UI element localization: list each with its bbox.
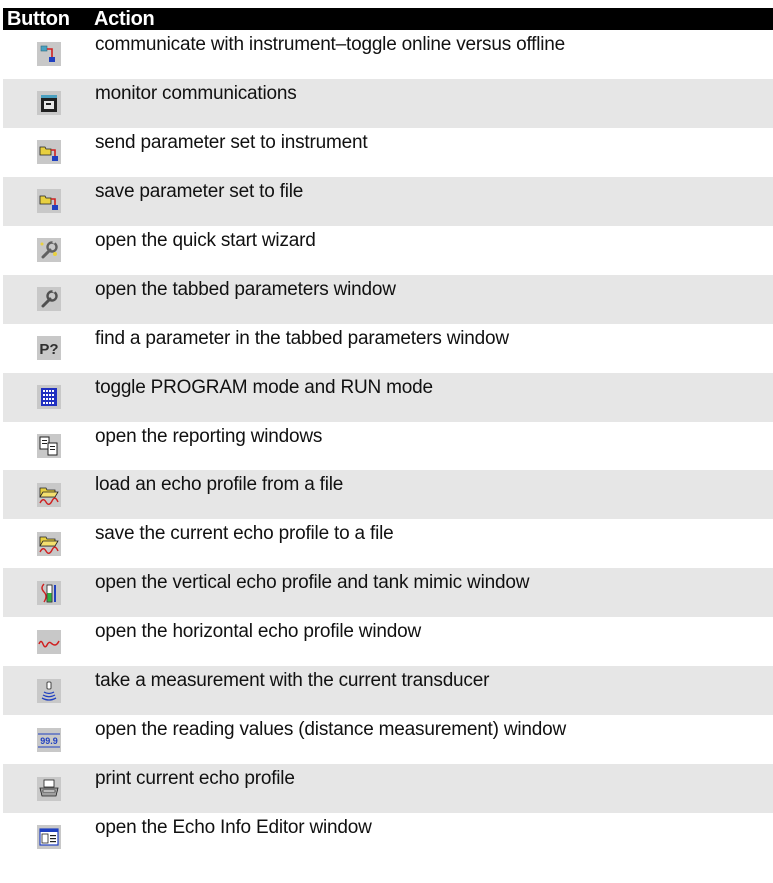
button-action-table: Button Action communicate with instrumen… <box>3 8 773 862</box>
table-row: open the horizontal echo profile window <box>3 617 773 666</box>
row-action-text: send parameter set to instrument <box>95 131 368 153</box>
table-row: open the tabbed parameters window <box>3 274 773 324</box>
row-action-text: toggle PROGRAM mode and RUN mode <box>95 376 433 398</box>
table-row: open the vertical echo profile and tank … <box>3 568 773 618</box>
find-parameter-text: P? <box>39 341 58 358</box>
table-row: save parameter set to file <box>3 176 773 226</box>
table-row: toggle PROGRAM mode and RUN mode <box>3 372 773 422</box>
row-action-text: open the tabbed parameters window <box>95 278 396 300</box>
row-action-text: open the vertical echo profile and tank … <box>95 572 530 594</box>
online-toggle-icon[interactable] <box>37 42 61 67</box>
row-action-text: save parameter set to file <box>95 180 304 202</box>
row-action-text: monitor communications <box>95 82 297 104</box>
wrench-icon[interactable] <box>37 287 61 312</box>
row-action-text: print current echo profile <box>95 768 295 790</box>
quick-start-wizard-icon[interactable] <box>37 238 61 263</box>
send-parameters-icon[interactable] <box>37 140 61 165</box>
printer-icon[interactable] <box>37 776 61 801</box>
load-echo-profile-icon[interactable] <box>37 482 61 507</box>
row-action-text: communicate with instrument–toggle onlin… <box>95 34 566 55</box>
table-row: open the reporting windows <box>3 422 773 471</box>
row-action-text: open the Echo Info Editor window <box>95 817 372 838</box>
table-row: open the quick start wizard <box>3 226 773 275</box>
table-header: Button Action <box>3 8 773 30</box>
horizontal-echo-profile-icon[interactable] <box>37 629 61 654</box>
row-action-text: save the current echo profile to a file <box>95 523 394 545</box>
reporting-windows-icon[interactable] <box>37 433 61 458</box>
reading-values-text: 99.9 <box>40 736 58 746</box>
echo-info-editor-icon[interactable] <box>37 825 61 850</box>
table-row: open the Echo Info Editor window <box>3 813 773 862</box>
row-action-text: find a parameter in the tabbed parameter… <box>95 327 509 349</box>
table-row: take a measurement with the current tran… <box>3 666 773 716</box>
header-action: Action <box>94 7 155 30</box>
table-row: P? find a parameter in the tabbed parame… <box>3 324 773 373</box>
row-action-text: take a measurement with the current tran… <box>95 670 490 692</box>
header-button: Button <box>7 7 70 30</box>
table-row: send parameter set to instrument <box>3 128 773 177</box>
table-row: communicate with instrument–toggle onlin… <box>3 30 773 79</box>
table-row: save the current echo profile to a file <box>3 519 773 568</box>
table-row: monitor communications <box>3 78 773 128</box>
keypad-icon[interactable] <box>37 385 61 410</box>
row-action-text: open the reporting windows <box>95 425 323 447</box>
row-action-text: open the horizontal echo profile window <box>95 621 421 643</box>
save-parameters-icon[interactable] <box>37 189 61 214</box>
row-action-text: open the quick start wizard <box>95 229 316 251</box>
row-action-text: open the reading values (distance measur… <box>95 719 567 741</box>
table-row: load an echo profile from a file <box>3 470 773 520</box>
table-row: 99.9 open the reading values (distance m… <box>3 715 773 764</box>
vertical-echo-profile-icon[interactable] <box>37 580 61 605</box>
find-parameter-icon[interactable]: P? <box>37 336 61 361</box>
monitor-communications-icon[interactable] <box>37 91 61 116</box>
save-echo-profile-icon[interactable] <box>37 531 61 556</box>
row-action-text: load an echo profile from a file <box>95 474 344 496</box>
transducer-measurement-icon[interactable] <box>37 678 61 703</box>
reading-values-icon[interactable]: 99.9 <box>37 727 61 752</box>
table-row: print current echo profile <box>3 764 773 813</box>
